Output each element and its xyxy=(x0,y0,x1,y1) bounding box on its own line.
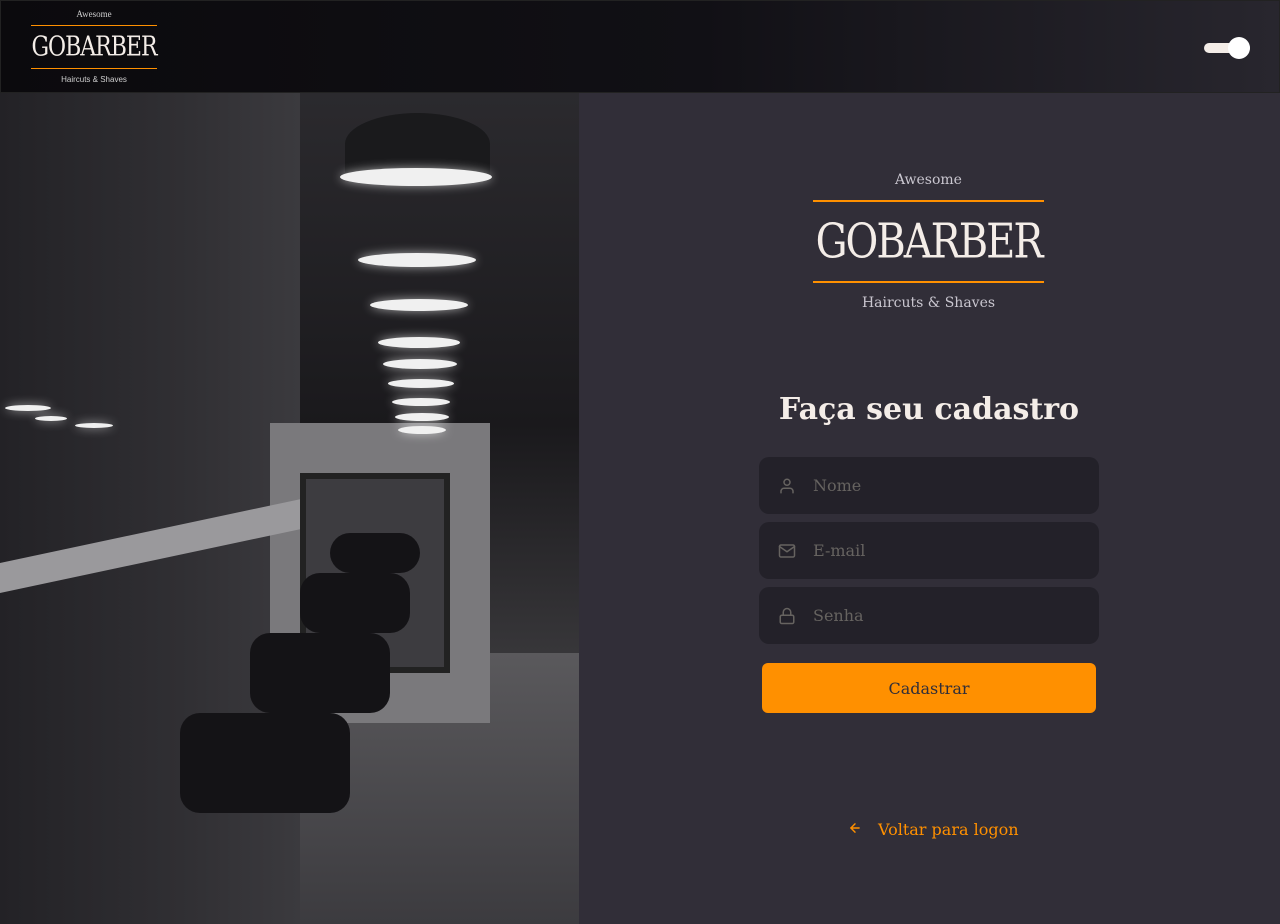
main-logo-brand-row: GOBARBER xyxy=(813,202,1044,281)
lamp xyxy=(392,398,450,406)
barber-chair xyxy=(180,713,350,813)
top-header: Awesome GOBARBER Haircuts & Shaves xyxy=(0,0,1280,93)
lamp xyxy=(370,299,468,311)
user-icon xyxy=(777,476,797,496)
arrow-left-icon xyxy=(848,820,862,839)
mail-icon xyxy=(777,541,797,561)
barber-chair xyxy=(300,573,410,633)
barber-chair xyxy=(250,633,390,713)
lamp xyxy=(398,426,446,434)
lamp xyxy=(340,168,492,186)
toggle-knob xyxy=(1228,37,1250,59)
header-logo-tagline: Awesome xyxy=(76,9,112,19)
back-to-logon-link[interactable]: Voltar para logon xyxy=(848,820,1019,839)
back-link-label: Voltar para logon xyxy=(878,820,1019,839)
lamp xyxy=(388,379,454,388)
lampshade xyxy=(345,113,490,175)
logo-divider xyxy=(813,281,1044,283)
theme-toggle[interactable] xyxy=(1204,37,1250,59)
header-logo[interactable]: Awesome GOBARBER Haircuts & Shaves xyxy=(31,9,158,84)
name-input[interactable] xyxy=(813,476,1073,495)
barbershop-photo xyxy=(0,93,579,924)
mirror-light xyxy=(75,423,113,428)
mirror-light xyxy=(5,405,51,411)
lamp xyxy=(378,337,460,348)
email-input[interactable] xyxy=(813,541,1073,560)
main-logo-subtitle: Haircuts & Shaves xyxy=(861,295,996,311)
main-logo-tagline: Awesome xyxy=(895,172,962,188)
header-logo-brand: GOBARBER xyxy=(31,31,157,63)
password-input[interactable] xyxy=(813,606,1073,625)
barber-chair xyxy=(330,533,420,573)
email-field[interactable] xyxy=(759,522,1099,579)
mirror-light xyxy=(35,416,67,421)
lock-icon xyxy=(777,606,797,626)
lamp xyxy=(383,359,457,369)
password-field[interactable] xyxy=(759,587,1099,644)
main-logo: Awesome GOBARBER Haircuts & Shaves xyxy=(813,172,1044,311)
logo-divider xyxy=(31,68,157,69)
name-field[interactable] xyxy=(759,457,1099,514)
submit-button[interactable]: Cadastrar xyxy=(762,663,1096,713)
page-title: Faça seu cadastro xyxy=(778,392,1080,427)
main-logo-brand: GOBARBER xyxy=(815,213,1044,270)
header-logo-brand-row: GOBARBER xyxy=(31,26,157,68)
lamp xyxy=(395,413,449,421)
header-logo-subtitle: Haircuts & Shaves xyxy=(61,75,127,84)
lamp xyxy=(358,253,476,267)
